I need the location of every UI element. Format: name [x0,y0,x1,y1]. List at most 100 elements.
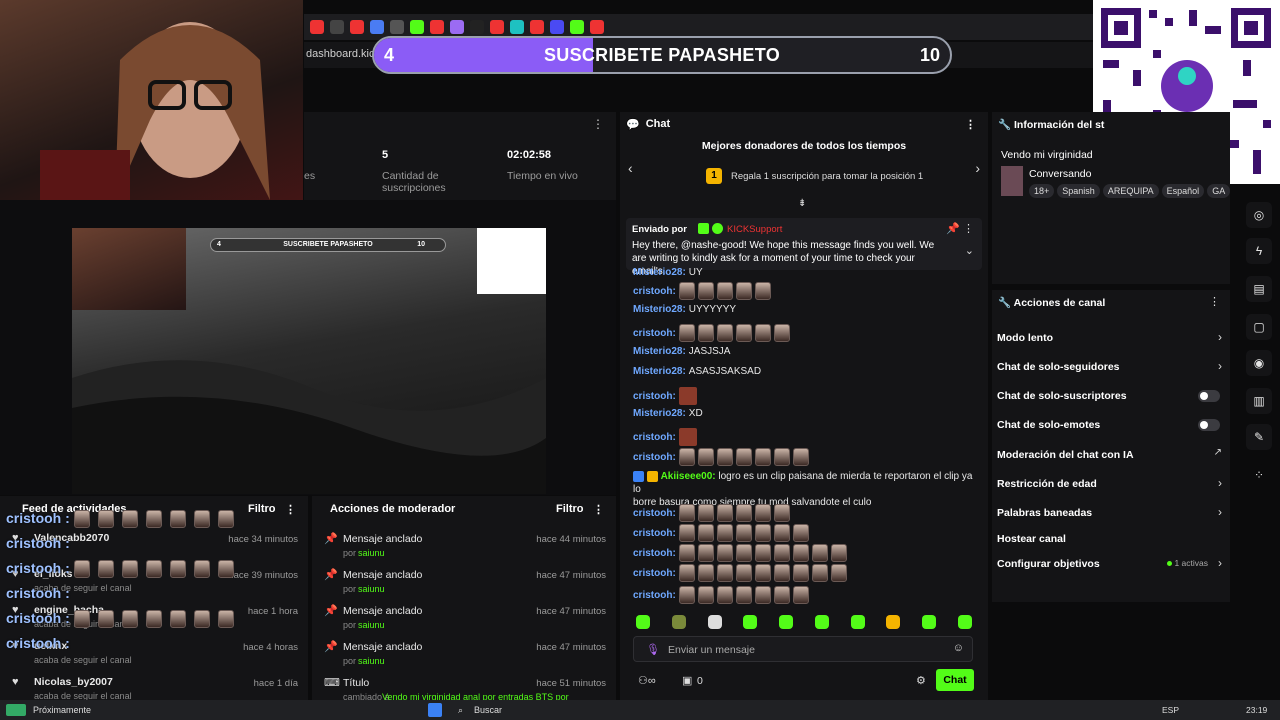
emoji-icon[interactable]: ☺ [953,642,964,654]
channel-action-row[interactable]: Chat de solo-seguidores › [992,359,1230,375]
channel-action-row[interactable]: Restricción de edad › [992,476,1230,492]
stream-tag[interactable]: AREQUIPA [1102,184,1159,198]
sidebar-doc-icon[interactable]: ▤ [1246,276,1272,302]
chat-username[interactable]: cristooh: [633,286,676,297]
tab-icon[interactable] [510,20,524,34]
donors-prev-icon[interactable]: ‹ [628,160,633,176]
quick-emote-icon[interactable] [814,615,829,629]
chat-username[interactable]: Misterio28: [633,304,686,315]
quick-emote-icon[interactable] [636,615,650,629]
mod-filter-button[interactable]: Filtro [556,503,584,515]
tab-icon[interactable] [430,20,444,34]
pin-collapse-icon[interactable]: ⇟ [798,198,806,209]
channel-action-row[interactable]: Modo lento › [992,330,1230,346]
tab-icon[interactable] [570,20,584,34]
tab-icon[interactable] [550,20,564,34]
chat-username[interactable]: cristooh: [633,528,676,539]
feed-menu-icon[interactable]: ⋮ [285,503,296,516]
tab-icon[interactable] [450,20,464,34]
mod-action-user[interactable]: saiunu [358,548,385,558]
pinned-expand-icon[interactable]: ⌄ [965,244,974,257]
feed-filter-button[interactable]: Filtro [248,503,276,515]
quick-emote-icon[interactable] [886,615,901,629]
mic-icon[interactable]: 🎙 [646,643,660,656]
tab-icon[interactable] [470,20,484,34]
tab-icon[interactable] [330,20,344,34]
chat-username[interactable]: cristooh: [633,508,676,519]
send-chat-button[interactable]: Chat [936,669,974,691]
chat-username[interactable]: Misterio28: [633,267,686,278]
pinned-user[interactable]: KICKSupport [727,224,782,235]
channel-action-row[interactable]: Chat de solo-emotes [992,417,1230,433]
gift-icon[interactable]: ▣ [682,674,692,687]
chat-username[interactable]: Misterio28: [633,346,686,357]
chat-username[interactable]: cristooh: [633,452,676,463]
channel-action-row[interactable]: Palabras baneadas › [992,505,1230,521]
chat-menu-icon[interactable]: ⋮ [965,118,976,131]
donors-next-icon[interactable]: › [975,160,980,176]
chat-username[interactable]: cristooh: [633,432,676,443]
sidebar-more-icon[interactable]: ⁘ [1246,462,1272,488]
quick-emote-icon[interactable] [671,615,686,629]
chevron-right-icon[interactable]: › [1218,556,1222,570]
chat-username[interactable]: cristooh: [633,548,676,559]
sidebar-capture-icon[interactable]: ◎ [1246,202,1272,228]
weather-icon[interactable] [6,704,26,716]
tab-icon[interactable] [530,20,544,34]
stream-tag[interactable]: 18+ [1029,184,1055,198]
sidebar-chat-icon[interactable]: ▢ [1246,314,1272,340]
channel-action-row[interactable]: Configurar objetivos › 1 activas [992,556,1230,572]
windows-start-icon[interactable] [428,703,442,717]
chat-username[interactable]: Misterio28: [633,408,686,419]
tab-icon[interactable] [350,20,364,34]
taskbar-search[interactable]: Buscar [474,705,502,715]
pin-icon[interactable]: 📌 [946,222,960,235]
chat-settings-icon[interactable]: ⚙ [916,674,926,687]
mod-action-user[interactable]: saiunu [358,584,385,594]
chevron-right-icon[interactable]: › [1218,330,1222,344]
stream-category[interactable]: Conversando [1029,168,1091,180]
stream-tag[interactable]: Español [1161,184,1205,198]
quick-emote-icon[interactable] [743,615,758,629]
chat-username[interactable]: Misterio28: [633,366,686,377]
chevron-right-icon[interactable]: › [1218,476,1222,490]
mod-action-user[interactable]: saiunu [358,620,385,630]
feed-user[interactable]: Nicolas_by2007 [34,676,113,688]
stats-menu-icon[interactable]: ⋮ [592,117,604,131]
taskbar-search-icon[interactable]: ⌕ [458,705,463,716]
tab-icon[interactable] [310,20,324,34]
chat-username[interactable]: cristooh: [633,590,676,601]
tab-icon[interactable] [370,20,384,34]
chevron-right-icon[interactable]: › [1218,505,1222,519]
preview-video[interactable]: 4 SUSCRIBETE PAPASHETO 10 [72,228,546,494]
pinned-menu-icon[interactable]: ⋮ [963,222,974,235]
sidebar-bolt-icon[interactable]: ϟ [1246,238,1272,264]
quick-emote-icon[interactable] [922,615,937,629]
tab-icon[interactable] [490,20,504,34]
sidebar-broadcast-icon[interactable]: ◉ [1246,350,1272,376]
mod-menu-icon[interactable]: ⋮ [593,503,604,516]
taskbar-language[interactable]: ESP [1162,705,1179,715]
tab-icon[interactable] [590,20,604,34]
chat-username[interactable]: cristooh: [633,328,676,339]
actions-menu-icon[interactable]: ⋮ [1209,295,1220,308]
channel-action-row[interactable]: Moderación del chat con IA ↗ [992,447,1230,463]
taskbar-clock[interactable]: 23:19 [1246,705,1267,715]
chat-username[interactable]: cristooh: [633,568,676,579]
chat-username[interactable]: Akiiseee00: [661,471,716,482]
chat-username[interactable]: cristooh: [633,391,676,402]
sidebar-wrench-icon[interactable]: ✎ [1246,424,1272,450]
chat-input[interactable]: 🎙 Enviar un mensaje ☺ [633,636,973,662]
chevron-right-icon[interactable]: › [1218,359,1222,373]
tab-icon[interactable] [390,20,404,34]
channel-action-row[interactable]: Chat de solo-suscriptores [992,388,1230,404]
toggle-switch[interactable] [1198,419,1220,431]
mod-action-user[interactable]: saiunu [358,656,385,666]
quick-emote-icon[interactable] [707,615,722,629]
external-link-icon[interactable]: ↗ [1214,447,1222,458]
stream-tag[interactable]: GA [1207,184,1231,198]
quick-emote-icon[interactable] [957,615,972,629]
tab-icon[interactable] [410,20,424,34]
quick-emote-icon[interactable] [850,615,865,629]
channel-action-row[interactable]: Hostear canal [992,531,1230,547]
